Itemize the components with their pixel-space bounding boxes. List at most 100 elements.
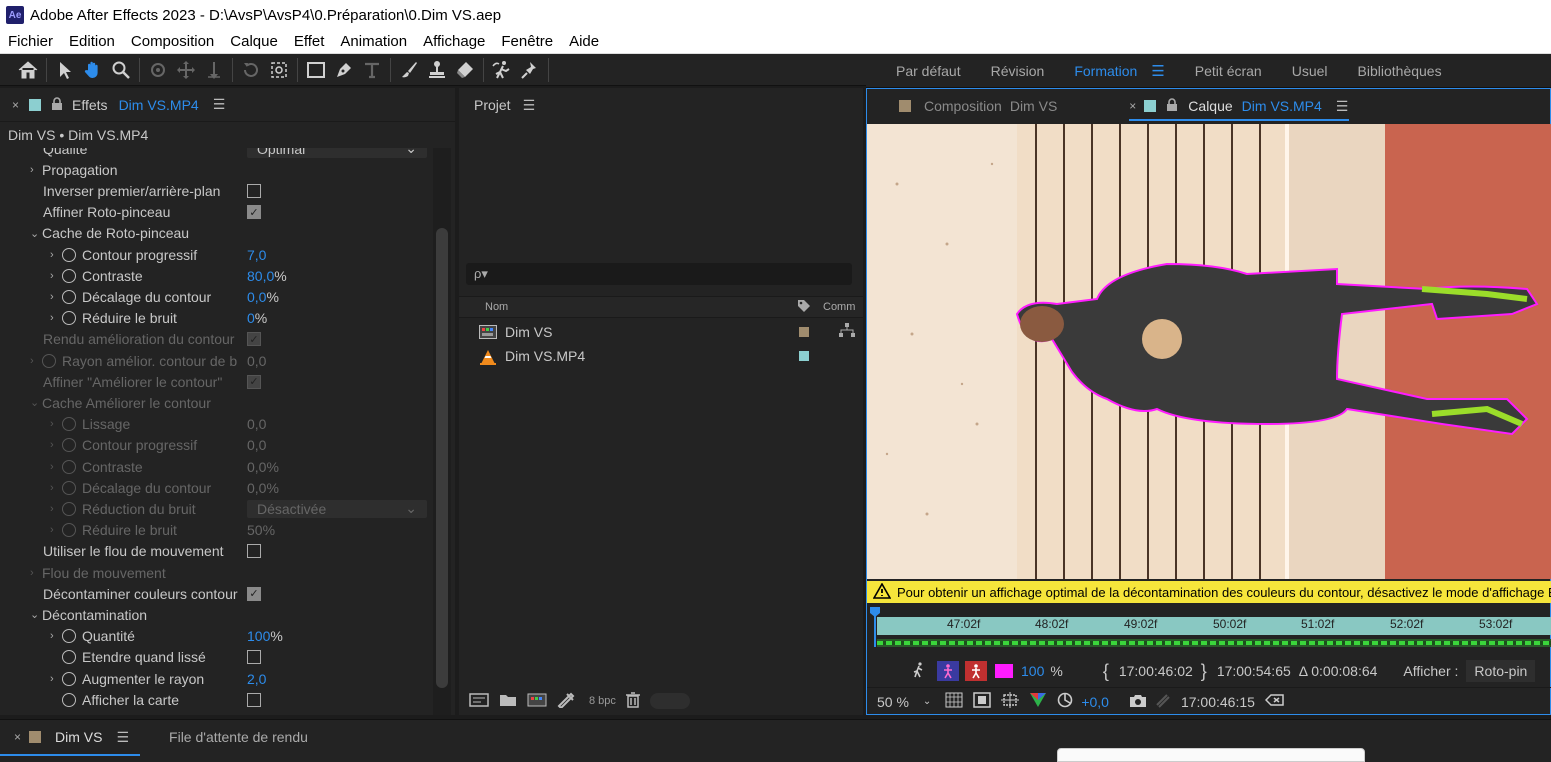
project-item-comp[interactable]: Dim VS <box>459 320 863 343</box>
show-snapshot-icon[interactable] <box>1155 693 1171 711</box>
effect-property-row[interactable]: › Réduction du bruit Désactivée ⌄ <box>0 498 432 519</box>
effect-property-row[interactable]: Affiner "Améliorer le contour" ✓ <box>0 371 432 392</box>
menu-fichier[interactable]: Fichier <box>0 33 61 50</box>
scrollbar-thumb[interactable] <box>436 228 448 688</box>
property-checkbox[interactable] <box>247 544 261 559</box>
tab-timeline-dim-vs[interactable]: Dim VS <box>55 729 102 745</box>
snapshot-camera-icon[interactable] <box>1129 693 1147 711</box>
column-comment[interactable]: Comm <box>823 301 855 313</box>
chevron-right-icon[interactable]: › <box>50 418 62 430</box>
effect-property-row[interactable]: Inverser premier/arrière-plan <box>0 180 432 201</box>
effect-property-row[interactable]: › Contraste 80,0% <box>0 265 432 286</box>
chevron-right-icon[interactable]: › <box>50 312 62 324</box>
effect-property-row[interactable]: ⌄ Décontamination <box>0 604 432 625</box>
selection-arrow-icon[interactable] <box>51 56 79 84</box>
workspace-usuel[interactable]: Usuel <box>1262 63 1328 79</box>
new-composition-icon[interactable] <box>527 693 547 710</box>
property-value[interactable]: 0,0% <box>247 459 279 475</box>
guides-icon[interactable] <box>1001 692 1020 711</box>
effect-property-row[interactable]: Etendre quand lissé <box>0 647 432 668</box>
lock-icon[interactable] <box>51 96 63 113</box>
property-checkbox[interactable] <box>247 183 261 198</box>
sync-timeline-icon[interactable] <box>1264 692 1285 711</box>
property-number[interactable]: 0,0 <box>247 480 266 496</box>
menu-calque[interactable]: Calque <box>222 33 286 50</box>
pen-icon[interactable] <box>330 56 358 84</box>
magnification-dropdown[interactable]: 50 % <box>877 694 909 710</box>
chevron-right-icon[interactable]: › <box>50 673 62 685</box>
property-value[interactable] <box>247 692 261 707</box>
stopwatch-icon[interactable] <box>62 289 76 304</box>
panel-menu-icon[interactable]: ☰ <box>1336 98 1349 115</box>
property-value[interactable]: ✓ <box>247 332 261 347</box>
effects-scrollbar[interactable] <box>433 148 451 715</box>
chevron-right-icon[interactable]: › <box>50 524 62 536</box>
property-number[interactable]: 100 <box>247 628 270 644</box>
menu-composition[interactable]: Composition <box>123 33 222 50</box>
pan-under-icon[interactable] <box>265 56 293 84</box>
menu-affichage[interactable]: Affichage <box>415 33 493 50</box>
chevron-right-icon[interactable]: › <box>30 567 42 579</box>
label-color-swatch[interactable] <box>799 326 809 337</box>
property-checkbox[interactable]: ✓ <box>247 586 261 601</box>
property-value[interactable] <box>247 183 261 198</box>
puppet-pin-icon[interactable] <box>516 56 544 84</box>
new-folder-icon[interactable] <box>499 693 517 710</box>
menu-animation[interactable]: Animation <box>332 33 415 50</box>
workspace-revision[interactable]: Révision <box>961 63 1045 79</box>
interpret-footage-icon[interactable] <box>469 692 489 710</box>
stopwatch-icon[interactable] <box>62 501 76 516</box>
effect-property-row[interactable]: Afficher la carte <box>0 689 432 710</box>
overlay-opacity[interactable]: 100 <box>1021 663 1044 679</box>
close-icon[interactable]: × <box>12 98 19 112</box>
property-value[interactable] <box>247 650 261 665</box>
property-number[interactable]: 2,0 <box>247 671 266 687</box>
exposure-value[interactable]: +0,0 <box>1081 694 1109 710</box>
overlay-color-swatch[interactable] <box>995 664 1013 678</box>
set-in-point-icon[interactable]: { <box>1103 661 1109 682</box>
toggle-alpha-icon[interactable] <box>937 661 959 681</box>
effect-property-row[interactable]: › Contraste 0,0% <box>0 456 432 477</box>
workspace-menu-icon[interactable]: ☰ <box>1137 62 1164 80</box>
property-number[interactable]: 0,0 <box>247 459 266 475</box>
roto-brush-icon[interactable] <box>488 56 516 84</box>
channels-icon[interactable] <box>1029 692 1047 711</box>
panel-menu-icon[interactable]: ☰ <box>213 96 226 113</box>
stopwatch-icon[interactable] <box>62 459 76 474</box>
effect-property-row[interactable]: › Propagation <box>0 159 432 180</box>
effect-property-row[interactable]: Utiliser le flou de mouvement <box>0 541 432 562</box>
menu-aide[interactable]: Aide <box>561 33 607 50</box>
thumbnail-slider[interactable] <box>649 693 690 709</box>
menu-edition[interactable]: Edition <box>61 33 123 50</box>
effect-property-row[interactable]: › Réduire le bruit 0 % <box>0 308 432 329</box>
roto-walk-icon[interactable] <box>911 661 927 681</box>
property-checkbox[interactable] <box>247 692 261 707</box>
orbit-icon[interactable] <box>144 56 172 84</box>
chevron-right-icon[interactable]: › <box>30 164 42 176</box>
property-number[interactable]: 0,0 <box>247 353 266 369</box>
trash-icon[interactable] <box>625 691 640 711</box>
clone-stamp-icon[interactable] <box>423 56 451 84</box>
out-time[interactable]: 17:00:54:65 <box>1217 663 1291 679</box>
effect-property-row[interactable]: Rendu amélioration du contour ✓ <box>0 329 432 350</box>
tab-layer-name[interactable]: Dim VS.MP4 <box>1242 98 1322 114</box>
tab-layer-label[interactable]: Calque <box>1188 98 1232 114</box>
eraser-icon[interactable] <box>451 56 479 84</box>
effect-property-row[interactable]: Affiner Roto-pinceau ✓ <box>0 202 432 223</box>
property-checkbox[interactable]: ✓ <box>247 374 261 389</box>
transparency-grid-icon[interactable] <box>945 692 963 711</box>
set-out-point-icon[interactable]: } <box>1201 661 1207 682</box>
property-value[interactable] <box>247 544 261 559</box>
chevron-right-icon[interactable]: › <box>50 291 62 303</box>
view-mode-dropdown[interactable]: Roto-pin <box>1466 660 1536 682</box>
stopwatch-icon[interactable] <box>62 692 76 707</box>
effect-property-row[interactable]: › Lissage 0,0 <box>0 414 432 435</box>
label-tag-icon[interactable] <box>797 299 811 316</box>
chevron-right-icon[interactable]: › <box>50 439 62 451</box>
property-value[interactable]: ✓ <box>247 374 261 389</box>
effect-property-row[interactable]: › Augmenter le rayon 2,0 <box>0 668 432 689</box>
property-number[interactable]: 0,0 <box>247 437 266 453</box>
chevron-right-icon[interactable]: › <box>50 503 62 515</box>
property-value[interactable]: 0,0 <box>247 416 266 432</box>
property-value[interactable]: 100% <box>247 628 283 644</box>
